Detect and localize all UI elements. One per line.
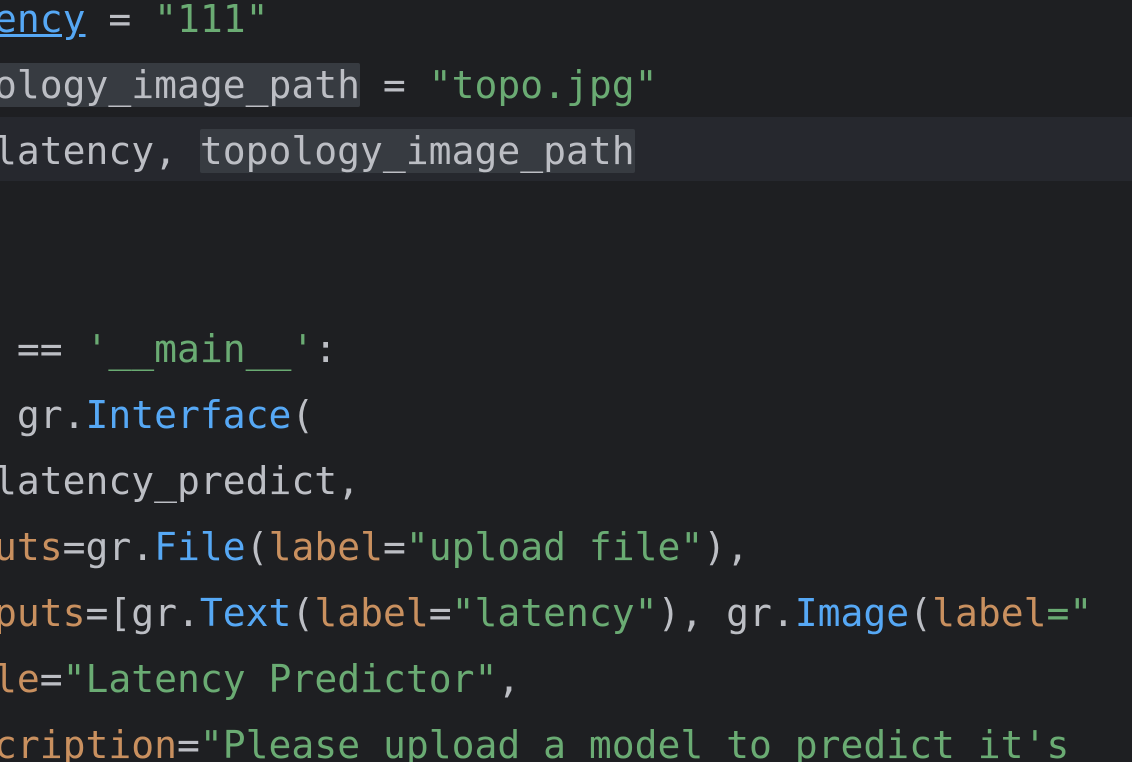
code-token: = [428,591,452,635]
code-token: label [932,591,1047,635]
code-token: ( [291,393,315,437]
code-token: = [177,723,200,762]
code-token: uts [0,525,63,569]
code-token: ( [245,525,269,569]
code-token: ), gr. [657,591,795,635]
code-line[interactable]: == '__main__': [0,316,337,382]
code-token: ( [909,591,933,635]
code-token: "topo.jpg" [428,63,658,107]
code-token: label [314,591,429,635]
code-token: le [0,657,40,701]
code-line[interactable]: ency = "111" [0,0,269,52]
code-token: = [360,63,429,107]
code-token: Image [794,591,910,635]
code-token: latency, [0,129,200,173]
code-token: latency_predict, [0,459,361,503]
code-token: "latency" [451,591,658,635]
code-token: == [0,327,86,371]
code-token: "111" [154,0,269,41]
code-token: , [497,657,521,701]
code-line[interactable]: le="Latency Predictor", [0,646,520,712]
code-token: = [39,657,63,701]
code-line[interactable]: gr.Interface( [0,382,314,448]
code-line[interactable]: uts=gr.File(label="upload file"), [0,514,749,580]
code-line[interactable]: latency, topology_image_path [0,118,635,184]
code-token: "Please upload a model to predict it's [199,723,1070,762]
code-line[interactable]: latency_predict, [0,448,360,514]
code-token: = [382,525,406,569]
code-token: ency [0,0,86,41]
code-token: =[gr. [85,591,200,635]
code-line[interactable]: cription="Please upload a model to predi… [0,712,1069,762]
code-token: ( [291,591,315,635]
code-editor[interactable]: ency = "111" ology_image_path = "topo.jpg… [0,0,1132,762]
code-line[interactable]: ology_image_path = "topo.jpg" [0,52,657,118]
code-token: "upload file" [405,525,704,569]
code-token: Text [199,591,292,635]
code-line[interactable]: puts=[gr.Text(label="latency"), gr.Image… [0,580,1092,646]
code-token: ), [703,525,750,569]
code-token: Interface [85,393,292,437]
code-token: =gr. [62,525,155,569]
code-token: : [314,327,338,371]
code-token: "Latency Predictor" [62,657,498,701]
code-token: label [268,525,383,569]
code-token: topology_image_path [199,129,635,173]
code-token: = [85,0,155,41]
code-token: '__main__' [85,327,315,371]
code-token: puts [0,591,86,635]
code-token: ology_image_path [0,63,361,107]
code-token: File [154,525,246,569]
code-token: =" [1046,591,1093,635]
code-token: gr. [0,393,86,437]
code-token: cription [0,723,178,762]
